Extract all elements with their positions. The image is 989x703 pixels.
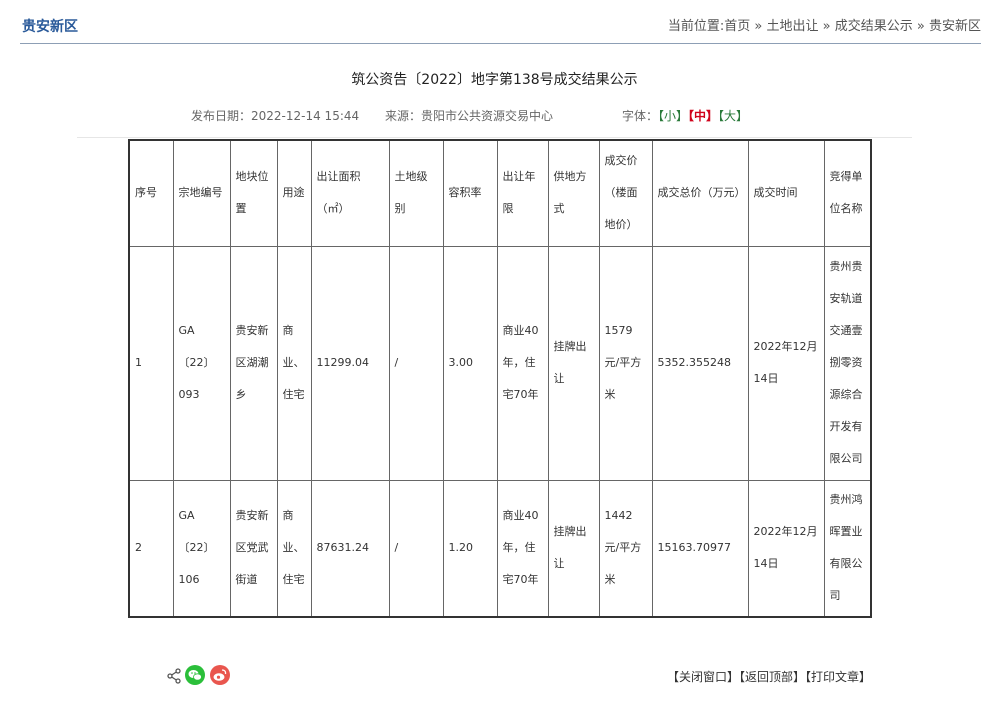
font-label: 字体： [622,109,659,123]
breadcrumb-results[interactable]: 成交结果公示 [835,19,913,34]
table-cell: 商业40年，住宅70年 [496,245,549,481]
header-cell: 成交时间 [747,139,825,247]
breadcrumb: 当前位置:首页 » 土地出让 » 成交结果公示 » 贵安新区 [668,15,981,34]
table-cell: / [388,479,444,618]
table-cell: 2 [128,479,174,618]
header-cell: 成交价（楼面地价） [598,139,653,247]
font-large-button[interactable]: 【大】 [718,109,748,123]
breadcrumb-guian[interactable]: 贵安新区 [929,19,981,34]
table-cell: 商业40年，住宅70年 [496,479,549,618]
table-cell: 商业、住宅 [276,245,312,481]
article-source: 来源：贵阳市公共资源交易中心 [385,109,554,123]
top-bar: 贵安新区 当前位置:首页 » 土地出让 » 成交结果公示 » 贵安新区 [20,0,981,44]
font-small-button[interactable]: 【小】 [658,109,688,123]
table-cell: 1.20 [442,479,498,618]
font-size-controls: 字体：【小】【中】【大】 [622,107,748,124]
table-cell: GA〔22〕093 [172,245,231,481]
close-window-link[interactable]: 【关闭窗口】 [667,670,739,684]
header-cell: 供地方式 [547,139,600,247]
wechat-icon[interactable] [185,665,205,685]
table-cell: 1 [128,245,174,481]
back-to-top-link[interactable]: 【返回顶部】 [739,670,805,684]
print-article-link[interactable]: 【打印文章】 [805,670,871,684]
header-cell: 容积率 [442,139,498,247]
table-cell: 贵州鸿晖置业有限公司 [823,479,872,618]
table-cell: 15163.70977 [651,479,749,618]
header-cell: 竞得单位名称 [823,139,872,247]
header-cell: 土地级别 [388,139,444,247]
breadcrumb-separator: » [818,19,835,34]
table-cell: 5352.355248 [651,245,749,481]
table-cell: 1579元/平方米 [598,245,653,481]
table-cell: 贵安新区党武街道 [229,479,278,618]
table-cell: 贵州贵安轨道交通壹捌零资源综合开发有限公司 [823,245,872,481]
table-row: 1 GA〔22〕093 贵安新区湖潮乡 商业、住宅 11299.04 / 3.0… [128,245,872,481]
publish-date: 发布日期：2022-12-14 15:44 [191,109,360,123]
font-medium-button[interactable]: 【中】 [688,109,718,123]
table-header-row: 序号 宗地编号 地块位置 用途 出让面积（㎡） 土地级别 容积率 出让年限 供地… [128,139,872,247]
share-icon[interactable] [167,668,181,684]
table-cell: 2022年12月14日 [747,245,825,481]
article-actions: 【关闭窗口】【返回顶部】【打印文章】 [667,668,871,685]
weibo-icon[interactable] [210,665,230,685]
breadcrumb-prefix: 当前位置: [667,19,725,34]
table-cell: 2022年12月14日 [747,479,825,618]
header-cell: 序号 [128,139,174,247]
header-cell: 出让年限 [496,139,549,247]
header-cell: 地块位置 [229,139,278,247]
table-cell: 3.00 [442,245,498,481]
table-cell: / [388,245,444,481]
site-brand[interactable]: 贵安新区 [22,16,78,36]
table-cell: 87631.24 [310,479,390,618]
table-cell: 挂牌出让 [547,479,600,618]
divider [77,137,912,138]
table-cell: 商业、住宅 [276,479,312,618]
table-cell: 挂牌出让 [547,245,600,481]
header-cell: 宗地编号 [172,139,231,247]
table-cell: 11299.04 [310,245,390,481]
table-cell: 贵安新区湖潮乡 [229,245,278,481]
article-title: 筑公资告〔2022〕地字第138号成交结果公示 [351,72,638,88]
breadcrumb-separator: » [912,19,929,34]
breadcrumb-land-transfer[interactable]: 土地出让 [767,19,819,34]
breadcrumb-home[interactable]: 首页 [724,19,750,34]
header-cell: 用途 [276,139,312,247]
breadcrumb-separator: » [750,19,767,34]
table-cell: 1442元/平方米 [598,479,653,618]
results-table: 序号 宗地编号 地块位置 用途 出让面积（㎡） 土地级别 容积率 出让年限 供地… [128,139,872,618]
table-cell: GA〔22〕106 [172,479,231,618]
header-cell: 成交总价（万元） [651,139,749,247]
table-row: 2 GA〔22〕106 贵安新区党武街道 商业、住宅 87631.24 / 1.… [128,479,872,618]
header-cell: 出让面积（㎡） [310,139,390,247]
